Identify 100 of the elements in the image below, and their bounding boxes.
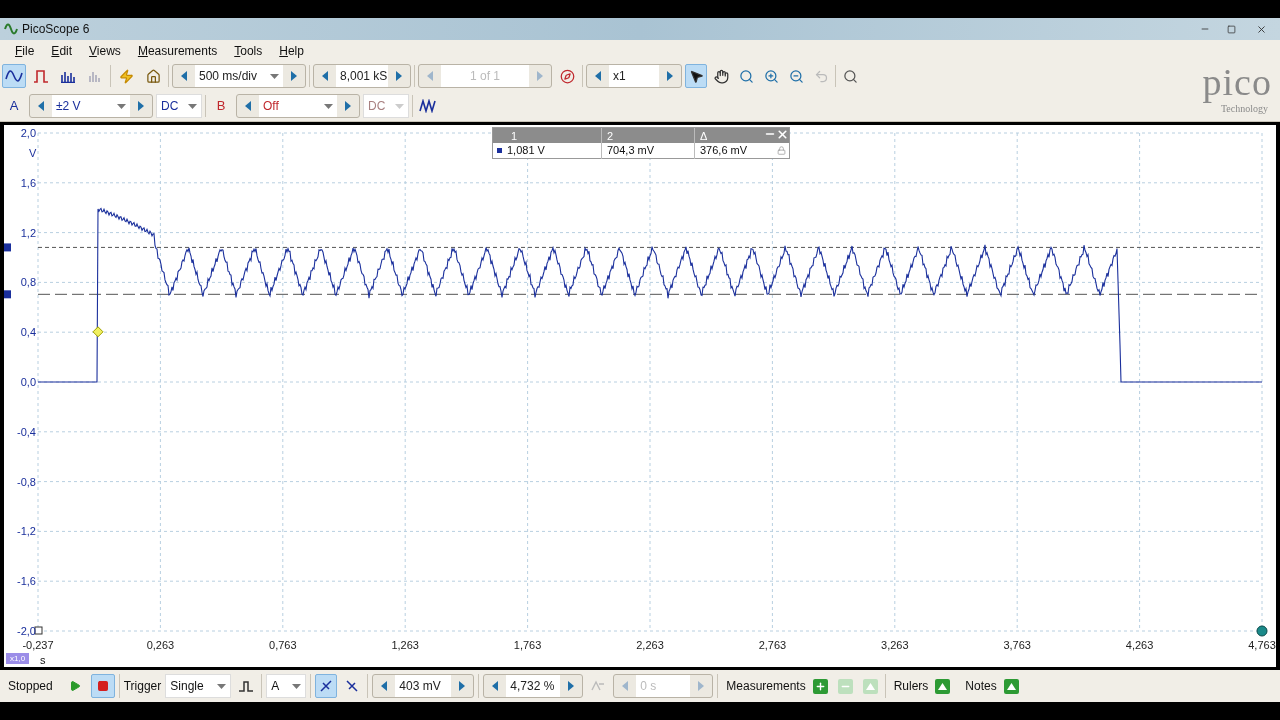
right-arrow-icon	[138, 101, 144, 111]
add-measurement-button[interactable]	[812, 678, 828, 694]
y-axis-label: 1,6	[19, 176, 36, 189]
caret-icon	[292, 683, 302, 689]
channel-button[interactable]: B	[209, 94, 233, 118]
triangle-icon	[938, 682, 948, 690]
y-axis-label: 0,0	[19, 376, 36, 388]
menu-item[interactable]: Help	[279, 41, 304, 60]
stop-button[interactable]	[90, 674, 115, 698]
notes-button[interactable]	[1003, 678, 1019, 694]
triangle-icon	[865, 682, 875, 690]
zoom-out-icon	[788, 68, 804, 84]
close-icon[interactable]	[776, 128, 789, 141]
rising-edge-icon	[319, 679, 334, 693]
zoom-badge: x1,0	[6, 653, 30, 664]
y-axis-label: 0,8	[19, 276, 36, 289]
zoom-fit-icon	[842, 68, 858, 84]
stop-icon	[96, 680, 109, 692]
x-axis-label: 1,263	[390, 638, 420, 653]
caret-icon	[270, 73, 279, 79]
trigger-label: Trigger	[123, 678, 162, 695]
caret-icon	[117, 103, 126, 109]
x-axis-label: 0,763	[268, 638, 298, 653]
notes-label: Notes	[965, 678, 997, 695]
column-header: Δ	[694, 128, 764, 143]
x-axis-label: 1,763	[512, 638, 543, 653]
compass-icon	[559, 68, 575, 84]
edge-icon	[238, 679, 255, 693]
column-header: 1	[510, 129, 519, 143]
rulers-button[interactable]	[935, 678, 951, 694]
y-axis-label: -1,6	[16, 575, 36, 588]
trigger-marker[interactable]	[92, 326, 104, 338]
maximize-icon	[1226, 24, 1236, 34]
channel-button[interactable]: A	[2, 94, 26, 118]
caret-icon	[324, 103, 333, 109]
pointer-icon	[688, 68, 704, 84]
x-axis-label: -0,237	[21, 638, 55, 653]
table-cell: 704,3 mV	[601, 142, 694, 159]
lightning-icon	[118, 68, 134, 84]
window-title: PicoScope 6	[22, 21, 90, 38]
tool-button[interactable]	[685, 64, 707, 88]
undo-icon	[813, 68, 829, 84]
y-axis-unit: V	[29, 146, 37, 161]
column-header: 2	[601, 128, 694, 143]
x-axis-label: 3,263	[880, 638, 910, 653]
x-axis-label: 2,763	[757, 638, 788, 653]
caret-icon	[188, 103, 197, 109]
right-arrow-icon	[345, 101, 351, 111]
close-icon	[1255, 23, 1267, 35]
left-arrow-icon	[245, 101, 251, 111]
pulse-icon	[33, 69, 49, 83]
right-arrow-icon	[291, 71, 297, 81]
falling-edge-icon	[345, 679, 360, 693]
x-axis-label: 4,263	[1124, 638, 1155, 653]
bar-chart-icon	[87, 69, 103, 83]
left-arrow-icon	[181, 71, 187, 81]
menu-item[interactable]: Views	[89, 41, 121, 60]
channel-marker-icon	[497, 148, 502, 153]
menu-item[interactable]: Tools	[234, 41, 263, 60]
y-axis-label: 1,2	[19, 226, 36, 239]
rising-edge-button[interactable]	[315, 674, 338, 698]
x-axis-label: 0,263	[145, 638, 176, 653]
triangle-icon	[1006, 682, 1016, 690]
x-axis-label: 2,263	[635, 638, 665, 653]
caret-icon	[395, 103, 404, 109]
measurements-label: Measurements	[726, 678, 806, 695]
app-icon	[4, 23, 18, 35]
status-text: Stopped	[8, 678, 53, 695]
menu-item[interactable]: Edit	[51, 41, 73, 60]
plus-icon	[814, 680, 826, 692]
range-dropdown[interactable]: ±2 V	[52, 95, 130, 117]
spectrum-icon	[60, 69, 76, 83]
y-axis-label: -1,2	[16, 525, 36, 538]
trigger-mode-dropdown[interactable]: Single	[165, 674, 232, 698]
menu-item[interactable]: File	[15, 41, 35, 60]
coupling-dropdown[interactable]: DC	[156, 94, 202, 118]
hand-icon	[713, 68, 729, 84]
wave-icon	[419, 99, 437, 113]
waveform-icon	[5, 69, 23, 83]
table-cell-text: 1,081 V	[507, 143, 545, 159]
timebase-dropdown[interactable]: 500 ms/div	[195, 65, 283, 87]
axis-handle[interactable]	[34, 626, 43, 635]
magnifier-icon	[738, 68, 754, 84]
range-dropdown[interactable]: Off	[259, 95, 337, 117]
axis-handle[interactable]	[1256, 625, 1268, 637]
y-axis-label: -0,8	[16, 475, 36, 488]
table-cell: 376,6 mV	[694, 142, 777, 159]
ruler-handle[interactable]	[4, 290, 11, 299]
ruler-handle[interactable]	[4, 243, 11, 252]
zoom-in-icon	[763, 68, 779, 84]
y-axis-label: -0,4	[16, 425, 36, 438]
trigger-source-dropdown[interactable]: A	[266, 674, 307, 698]
view-mode-button[interactable]	[2, 64, 26, 88]
y-axis-label: 2,0	[19, 127, 36, 139]
menu-item[interactable]: Measurements	[137, 41, 218, 60]
x-axis-unit: s	[40, 653, 46, 668]
x-axis-label: 3,763	[1002, 638, 1032, 653]
left-arrow-icon	[38, 101, 44, 111]
y-axis-label: 0,4	[19, 326, 36, 339]
home-icon	[145, 68, 161, 84]
